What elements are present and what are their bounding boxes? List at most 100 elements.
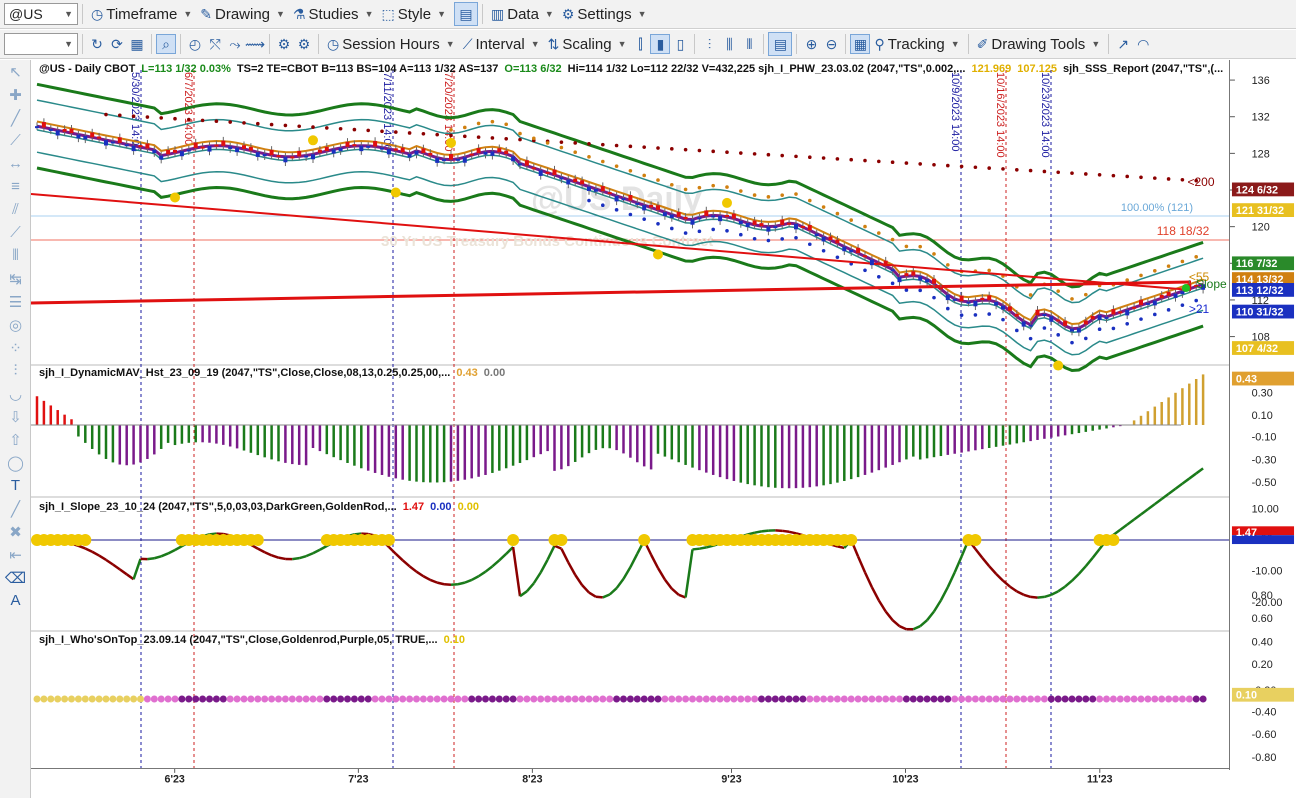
ma-dot <box>890 237 895 242</box>
zoom-out-icon[interactable]: ⊖ <box>821 34 841 54</box>
ma-200-dot <box>504 136 509 141</box>
whos-on-top-dot <box>61 695 69 703</box>
chart-line-icon[interactable]: ⤲ <box>205 34 225 54</box>
slope-segment <box>919 619 928 628</box>
arc-down-tool-icon[interactable]: ◡ <box>0 382 31 405</box>
table-icon[interactable]: ▦ <box>850 34 871 54</box>
slope-segment <box>988 565 998 575</box>
candle-body <box>676 212 681 217</box>
ma-200-dot <box>200 118 205 123</box>
chevron-down-icon: ▼ <box>276 9 285 19</box>
settings-menu[interactable]: ⚙ Settings ▼ <box>558 2 651 26</box>
timeframe-menu[interactable]: ◷ Timeframe ▼ <box>87 2 196 26</box>
candle-body <box>331 149 336 154</box>
candle-chart-icon[interactable]: ▮ <box>650 34 671 54</box>
drawing-tools-menu[interactable]: ✐ Drawing Tools ▼ <box>973 32 1105 56</box>
fan-tool-icon[interactable]: ⫶ <box>0 359 31 382</box>
hollow-candle-icon[interactable]: ▯ <box>670 34 690 54</box>
text-tool-tool-icon[interactable]: A <box>0 589 31 612</box>
ray-tool-icon[interactable]: ⟋ <box>0 129 31 152</box>
ma-200-dot <box>573 141 577 145</box>
chart-link-icon[interactable]: ⟿ <box>245 34 265 54</box>
volume-icon[interactable]: ⦀ <box>739 34 759 54</box>
whos-on-top-dot <box>40 695 48 703</box>
channel-tool-icon[interactable]: ⫽ <box>0 198 31 221</box>
candle-body <box>745 222 750 228</box>
ellipse-tool-icon[interactable]: ◯ <box>0 451 31 474</box>
vertical-line-label: 10/16/2023 14:00 <box>994 72 1006 158</box>
arrow-down-tool-icon[interactable]: ⇩ <box>0 405 31 428</box>
bar-chart-icon[interactable]: ⫿ <box>630 34 650 54</box>
whos-on-top-dot <box>1068 695 1076 703</box>
chart-move-icon[interactable]: ⤳ <box>225 34 245 54</box>
info-segment: 107.125 <box>1017 63 1057 75</box>
candle-body <box>662 212 667 217</box>
ma-21-dot <box>697 229 702 234</box>
grid-icon[interactable]: ▦ <box>127 34 147 54</box>
slope-segment <box>1084 557 1094 567</box>
panel2-badge-text: 0.43 <box>1236 373 1257 385</box>
zoom-in-icon[interactable]: ⊕ <box>801 34 821 54</box>
symbol-combo[interactable]: @US ▼ <box>4 3 78 25</box>
ma-200-dot <box>752 152 757 156</box>
session-hours-menu[interactable]: ◷ Session Hours ▼ <box>323 32 459 56</box>
tracking-menu[interactable]: ⚲ Tracking ▼ <box>870 32 963 56</box>
speedometer-icon[interactable]: ◴ <box>185 34 205 54</box>
slope-segment <box>1050 590 1059 596</box>
gears-icon[interactable]: ⚙ <box>294 34 314 54</box>
interval-menu[interactable]: ⟋ Interval ▼ <box>459 32 544 56</box>
back-tool-icon[interactable]: ⇤ <box>0 543 31 566</box>
slope-segment <box>946 571 956 588</box>
whos-on-top-dot <box>275 695 282 703</box>
chart-canvas[interactable]: 5/30/2023 14:00 6/7/2023 14:00 7/11/2023 1… <box>31 60 1229 770</box>
cursor-tool-icon[interactable]: ↖ <box>0 60 31 83</box>
zoom-bars-icon[interactable]: ⌕ <box>156 34 176 54</box>
refresh-icon[interactable]: ↻ <box>87 34 107 54</box>
swing-point-dot <box>1053 360 1064 371</box>
gauge-icon[interactable]: ◠ <box>1133 34 1153 54</box>
slope-segment <box>1167 487 1177 495</box>
candle-body <box>876 262 881 265</box>
slope-flat-dot <box>969 534 982 546</box>
trend-up-icon[interactable]: ↗ <box>1113 34 1133 54</box>
levels-tool-icon[interactable]: ☰ <box>0 290 31 313</box>
style-menu[interactable]: ⬚ Style ▼ <box>377 2 450 26</box>
chart-combo[interactable]: ▼ <box>4 33 78 55</box>
candle-body <box>393 148 398 151</box>
text-tool-icon[interactable]: T <box>0 474 31 497</box>
candle-body <box>973 300 978 307</box>
layout-toggle-icon[interactable]: ▤ <box>454 2 478 26</box>
scaling-menu[interactable]: ⇅ Scaling ▼ <box>544 32 631 56</box>
arrow-up-tool-icon[interactable]: ⇧ <box>0 428 31 451</box>
candle-body <box>1028 324 1033 327</box>
ma-200-dot <box>228 120 232 124</box>
panels-icon[interactable]: ▤ <box>768 32 793 56</box>
trend-tool-icon[interactable]: ⟋ <box>0 221 31 244</box>
hlc-icon[interactable]: ⫼ <box>719 34 739 54</box>
data-menu[interactable]: ▥ Data ▼ <box>487 2 558 26</box>
bars-tool-icon[interactable]: ⦀ <box>0 244 31 267</box>
crosshair-tool-icon[interactable]: ✚ <box>0 83 31 106</box>
cycle-tool-icon[interactable]: ◎ <box>0 313 31 336</box>
line2-tool-icon[interactable]: ╱ <box>0 497 31 520</box>
drawing-menu[interactable]: ✎ Drawing ▼ <box>196 2 289 26</box>
studies-menu[interactable]: ⚗ Studies ▼ <box>289 2 378 26</box>
ma-200-dot <box>145 115 150 119</box>
horizontal-tool-icon[interactable]: ↔ <box>0 152 31 175</box>
candle-body <box>621 198 626 201</box>
delete-tool-icon[interactable]: ✖ <box>0 520 31 543</box>
candle-body <box>580 180 585 185</box>
eraser-tool-icon[interactable]: ⌫ <box>0 566 31 589</box>
ma-dot <box>946 263 950 267</box>
gear-small-icon[interactable]: ⚙ <box>274 34 294 54</box>
line-tool-icon[interactable]: ╱ <box>0 106 31 129</box>
fib-tool-icon[interactable]: ≡ <box>0 175 31 198</box>
measure-tool-icon[interactable]: ↹ <box>0 267 31 290</box>
whos-on-top-dot <box>88 695 96 703</box>
refresh-all-icon[interactable]: ⟳ <box>107 34 127 54</box>
spiral-tool-icon[interactable]: ⁘ <box>0 336 31 359</box>
ohlc-icon[interactable]: ⫶ <box>699 34 719 54</box>
ma-21-dot <box>904 288 909 292</box>
whos-on-top-dot <box>309 695 317 703</box>
price-axis-label: 120 <box>1252 222 1270 234</box>
